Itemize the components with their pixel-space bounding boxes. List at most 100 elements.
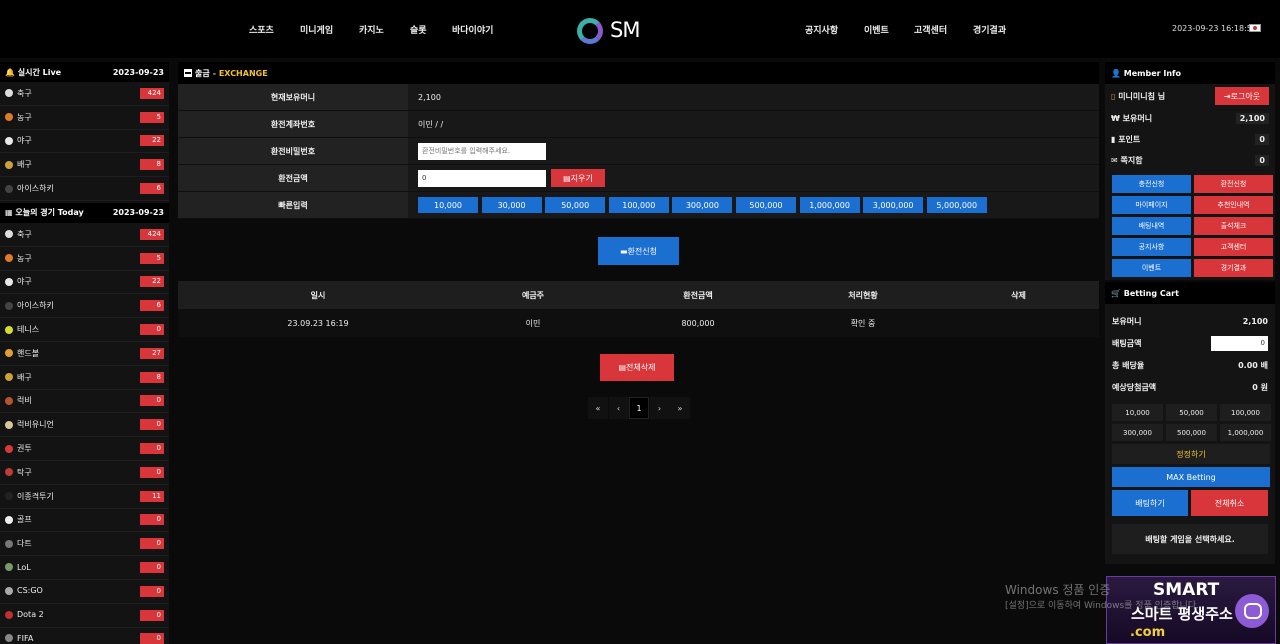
sport-item[interactable]: 배구 8 xyxy=(0,153,169,178)
sport-item[interactable]: 핸드볼 27 xyxy=(0,341,169,366)
cart-amount-button[interactable]: 50,000 xyxy=(1166,404,1217,421)
sport-item[interactable]: 배구 8 xyxy=(0,365,169,390)
exchange-submit-button[interactable]: ▬ 환전신청 xyxy=(598,237,679,265)
sport-item[interactable]: Dota 2 0 xyxy=(0,603,169,628)
nav-event[interactable]: 이벤트 xyxy=(864,23,889,36)
member-menu-button[interactable]: 추천인내역 xyxy=(1194,196,1273,214)
cart-amount-button[interactable]: 500,000 xyxy=(1166,424,1217,441)
sport-item[interactable]: LoL 0 xyxy=(0,556,169,580)
place-bet-button[interactable]: 배팅하기 xyxy=(1112,490,1188,516)
clear-button[interactable]: ▤ 지우기 xyxy=(551,169,605,187)
nav-casino[interactable]: 카지노 xyxy=(359,23,384,36)
exchange-history-table: 일시 예금주 환전금액 처리현황 삭제 23.09.23 16:19 이민 80… xyxy=(178,281,1099,337)
sport-icon xyxy=(5,468,13,477)
sport-item[interactable]: CS:GO 0 xyxy=(0,579,169,604)
sport-item[interactable]: 탁구 0 xyxy=(0,460,169,485)
chat-icon[interactable] xyxy=(1235,594,1269,628)
sport-item[interactable]: 럭비유니언 0 xyxy=(0,413,169,438)
quick-amount-button[interactable]: 500,000 xyxy=(735,197,796,213)
sport-name: 농구 xyxy=(17,112,32,122)
sport-name: 아이스하키 xyxy=(17,301,54,311)
bet-amount-label: 배팅금액 xyxy=(1112,338,1142,348)
sport-item[interactable]: 야구 22 xyxy=(0,270,169,295)
live-list: 축구 424 농구 5 야구 22 배구 8 아이스하키 6 xyxy=(0,82,169,201)
sport-item[interactable]: 축구 424 xyxy=(0,222,169,247)
cart-title: Betting Cart xyxy=(1123,288,1179,298)
bell-icon: 🔔 xyxy=(5,67,15,77)
col-delete: 삭제 xyxy=(1011,290,1026,300)
sport-item[interactable]: 야구 22 xyxy=(0,129,169,154)
current-datetime: 2023-09-23 16:18:51 xyxy=(1172,24,1257,33)
nav-sea-story[interactable]: 바다이야기 xyxy=(452,23,493,36)
page-prev[interactable]: ‹ xyxy=(608,397,629,419)
nav-results[interactable]: 경기결과 xyxy=(973,23,1006,36)
quick-amount-button[interactable]: 30,000 xyxy=(481,197,542,213)
member-menu-button[interactable]: 이벤트 xyxy=(1112,259,1191,277)
reset-button[interactable]: 정정하기 xyxy=(1112,444,1270,464)
sport-item[interactable]: 골프 0 xyxy=(0,508,169,533)
row-delete[interactable] xyxy=(938,309,1099,337)
sports-sidebar: 🔔 실시간 Live 2023-09-23 축구 424 농구 5 야구 22 배구 8 아이스… xyxy=(0,62,169,644)
quick-amount-button[interactable]: 3,000,000 xyxy=(863,197,924,213)
message-label: 쪽지함 xyxy=(1120,156,1143,165)
live-date: 2023-09-23 xyxy=(112,67,164,77)
max-betting-button[interactable]: MAX Betting xyxy=(1112,467,1270,487)
korea-flag-icon[interactable] xyxy=(1249,24,1261,32)
sport-item[interactable]: 축구 424 xyxy=(0,82,169,106)
sport-item[interactable]: 이종격투기 11 xyxy=(0,484,169,509)
sport-item[interactable]: 아이스하키 6 xyxy=(0,177,169,201)
password-label: 환전비밀번호 xyxy=(178,138,408,164)
sport-item[interactable]: FIFA 0 xyxy=(0,627,169,644)
pagination: « ‹ 1 › » xyxy=(588,397,691,419)
bet-amount-input[interactable] xyxy=(1211,335,1268,351)
cart-amount-button[interactable]: 10,000 xyxy=(1112,404,1163,421)
quick-amount-button[interactable]: 5,000,000 xyxy=(926,197,987,213)
member-menu-button[interactable]: 마이페이지 xyxy=(1112,196,1191,214)
exchange-password-input[interactable] xyxy=(418,142,546,160)
member-menu-button[interactable]: 고객센터 xyxy=(1194,238,1273,256)
sport-item[interactable]: 다트 0 xyxy=(0,532,169,557)
sport-item[interactable]: 권투 0 xyxy=(0,437,169,461)
member-menu-button[interactable]: 환전신청 xyxy=(1194,175,1273,193)
site-logo[interactable]: SM xyxy=(577,16,657,48)
nav-slot[interactable]: 슬롯 xyxy=(410,23,427,36)
nav-support[interactable]: 고객센터 xyxy=(914,23,947,36)
sport-item[interactable]: 농구 5 xyxy=(0,246,169,271)
page-first[interactable]: « xyxy=(588,397,608,419)
member-menu-button[interactable]: 출석체크 xyxy=(1194,217,1273,235)
page-last[interactable]: » xyxy=(670,397,690,419)
cart-amount-button[interactable]: 300,000 xyxy=(1112,424,1163,441)
sport-item[interactable]: 럭비 0 xyxy=(0,389,169,414)
sport-icon xyxy=(5,160,13,169)
member-menu-button[interactable]: 배팅내역 xyxy=(1112,217,1191,235)
exchange-amount-input[interactable] xyxy=(418,169,546,187)
quick-amount-button[interactable]: 50,000 xyxy=(545,197,606,213)
page-current[interactable]: 1 xyxy=(629,397,649,419)
account-label: 환전계좌번호 xyxy=(178,111,408,137)
quick-amount-button[interactable]: 100,000 xyxy=(608,197,669,213)
nav-sports[interactable]: 스포츠 xyxy=(249,23,274,36)
logout-button[interactable]: ⇥ 로그아웃 xyxy=(1215,87,1269,105)
cancel-all-button[interactable]: 전체취소 xyxy=(1191,490,1268,516)
quick-amount-button[interactable]: 1,000,000 xyxy=(799,197,860,213)
quick-amount-button[interactable]: 10,000 xyxy=(418,197,478,213)
exchange-subtitle: - EXCHANGE xyxy=(212,68,268,78)
cart-amount-button[interactable]: 1,000,000 xyxy=(1220,424,1271,441)
member-menu-button[interactable]: 공지사항 xyxy=(1112,238,1191,256)
nav-minigame[interactable]: 미니게임 xyxy=(300,23,333,36)
sport-name: 농구 xyxy=(17,253,32,263)
account-row: 환전계좌번호 이민 / / xyxy=(178,111,1099,138)
sport-item[interactable]: 테니스 0 xyxy=(0,318,169,342)
cart-amount-button[interactable]: 100,000 xyxy=(1220,404,1271,421)
row-holder: 이민 xyxy=(525,318,541,328)
sport-icon xyxy=(5,301,13,310)
sport-item[interactable]: 농구 5 xyxy=(0,105,169,130)
member-menu-button[interactable]: 경기결과 xyxy=(1194,259,1273,277)
member-menu-button[interactable]: 충전신청 xyxy=(1112,175,1191,193)
quick-amount-button[interactable]: 300,000 xyxy=(672,197,733,213)
sport-item[interactable]: 아이스하키 6 xyxy=(0,294,169,319)
sport-icon xyxy=(5,325,13,334)
delete-all-button[interactable]: ▤ 전체삭제 xyxy=(600,354,674,381)
nav-notice[interactable]: 공지사항 xyxy=(805,23,838,36)
page-next[interactable]: › xyxy=(649,397,670,419)
